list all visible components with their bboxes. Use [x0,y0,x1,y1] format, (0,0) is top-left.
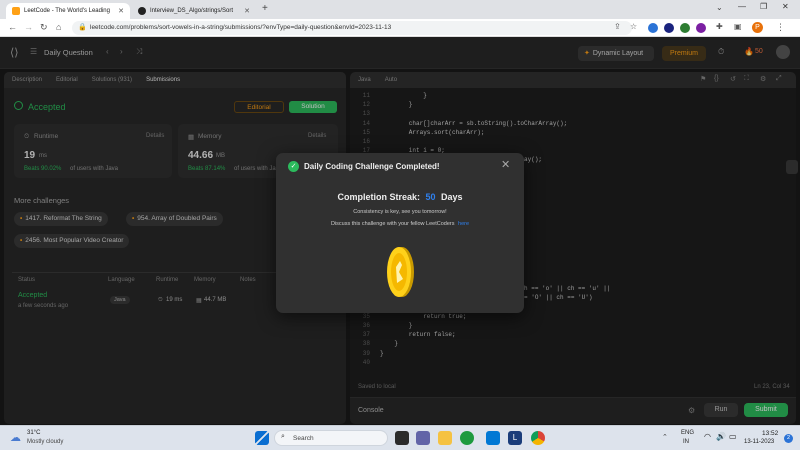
lang-primary[interactable]: ENG [681,430,694,436]
search-icon: ⌕ [281,433,285,440]
close-modal-icon[interactable]: ✕ [501,158,510,171]
browser-tab-bar: LeetCode - The World's Leading ✕ Intervi… [0,0,800,19]
tab-github[interactable]: Interview_DS_Algo/strings/Sort ✕ [132,3,256,19]
taskbar-search[interactable]: ⌕ Search [274,430,388,446]
tray-chevron-icon[interactable]: ⌃ [662,433,668,441]
bookmark-star-icon[interactable]: ☆ [630,22,637,31]
tab-title: LeetCode - The World's Leading [24,8,110,14]
extension-icon[interactable] [664,23,674,33]
close-tab-icon[interactable]: ✕ [112,7,124,15]
completion-modal: ✓ Daily Coding Challenge Completed! ✕ Co… [276,153,524,313]
volume-icon[interactable]: 🔊 [716,432,726,441]
close-window-icon[interactable]: ✕ [782,2,789,11]
task-view-icon[interactable] [395,431,409,445]
tab-search-icon[interactable]: ⌄ [716,3,723,12]
close-tab-icon[interactable]: ✕ [238,7,250,15]
chrome-icon[interactable] [531,431,545,445]
reload-icon[interactable]: ↻ [40,22,48,33]
battery-icon[interactable]: ▭ [729,432,737,441]
teams-icon[interactable] [416,431,430,445]
windows-start-icon[interactable] [255,431,269,445]
extension-icon[interactable] [696,23,706,33]
discuss-link[interactable]: here [458,221,469,227]
file-explorer-icon[interactable] [438,431,452,445]
minimize-icon[interactable]: — [738,2,746,11]
share-icon[interactable]: ⇪ [614,22,621,31]
back-icon[interactable]: ← [8,22,17,32]
tab-leetcode[interactable]: LeetCode - The World's Leading ✕ [6,3,130,19]
weather-cloud-icon[interactable]: ☁ [10,431,21,444]
streak-line: Completion Streak: 50 Days [276,192,524,202]
leetcode-favicon-icon [12,7,20,15]
discuss-text: Discuss this challenge with your fellow … [330,221,455,227]
modal-discuss: Discuss this challenge with your fellow … [276,221,524,227]
url-text: leetcode.com/problems/sort-vowels-in-a-s… [90,24,392,31]
streak-value: 50 [425,192,436,202]
github-favicon-icon [138,7,146,15]
profile-avatar[interactable]: P [752,22,763,33]
edge-icon[interactable] [460,431,474,445]
extension-icon[interactable] [648,23,658,33]
maximize-icon[interactable]: ❐ [760,2,767,11]
home-icon[interactable]: ⌂ [56,22,61,32]
windows-taskbar: ☁ 31°C Mostly cloudy ⌕ Search L ⌃ ENG IN… [0,425,800,450]
gold-coin-icon [387,247,414,297]
browser-toolbar: ← → ↻ ⌂ 🔒 leetcode.com/problems/sort-vow… [0,19,800,37]
weather-temp[interactable]: 31°C [27,430,40,436]
tab-title: Interview_DS_Algo/strings/Sort [150,8,234,14]
wifi-icon[interactable]: ◠ [704,432,711,441]
forward-icon[interactable]: → [24,22,33,32]
lang-secondary[interactable]: IN [683,439,689,445]
address-bar[interactable]: 🔒 leetcode.com/problems/sort-vowels-in-a… [72,21,632,35]
extensions-puzzle-icon[interactable]: ✚ [716,22,723,31]
extension-icon[interactable] [680,23,690,33]
notification-badge[interactable]: 2 [784,434,793,443]
app-l-icon[interactable]: L [508,431,522,445]
search-label: Search [293,435,314,442]
streak-label: Completion Streak: [337,192,420,202]
modal-title: Daily Coding Challenge Completed! [304,162,440,171]
success-check-icon: ✓ [288,161,299,172]
modal-message: Consistency is key, see you tomorrow! [353,209,447,215]
clock-date[interactable]: 13-11-2023 [744,439,774,445]
lock-icon: 🔒 [78,24,87,31]
streak-unit: Days [441,192,463,202]
weather-text[interactable]: Mostly cloudy [27,439,63,445]
clock-time[interactable]: 13:52 [762,430,778,437]
chrome-menu-icon[interactable]: ⋮ [776,22,785,33]
side-panel-icon[interactable]: ▣ [734,22,742,31]
store-icon[interactable] [486,431,500,445]
new-tab-button[interactable]: + [262,3,268,14]
